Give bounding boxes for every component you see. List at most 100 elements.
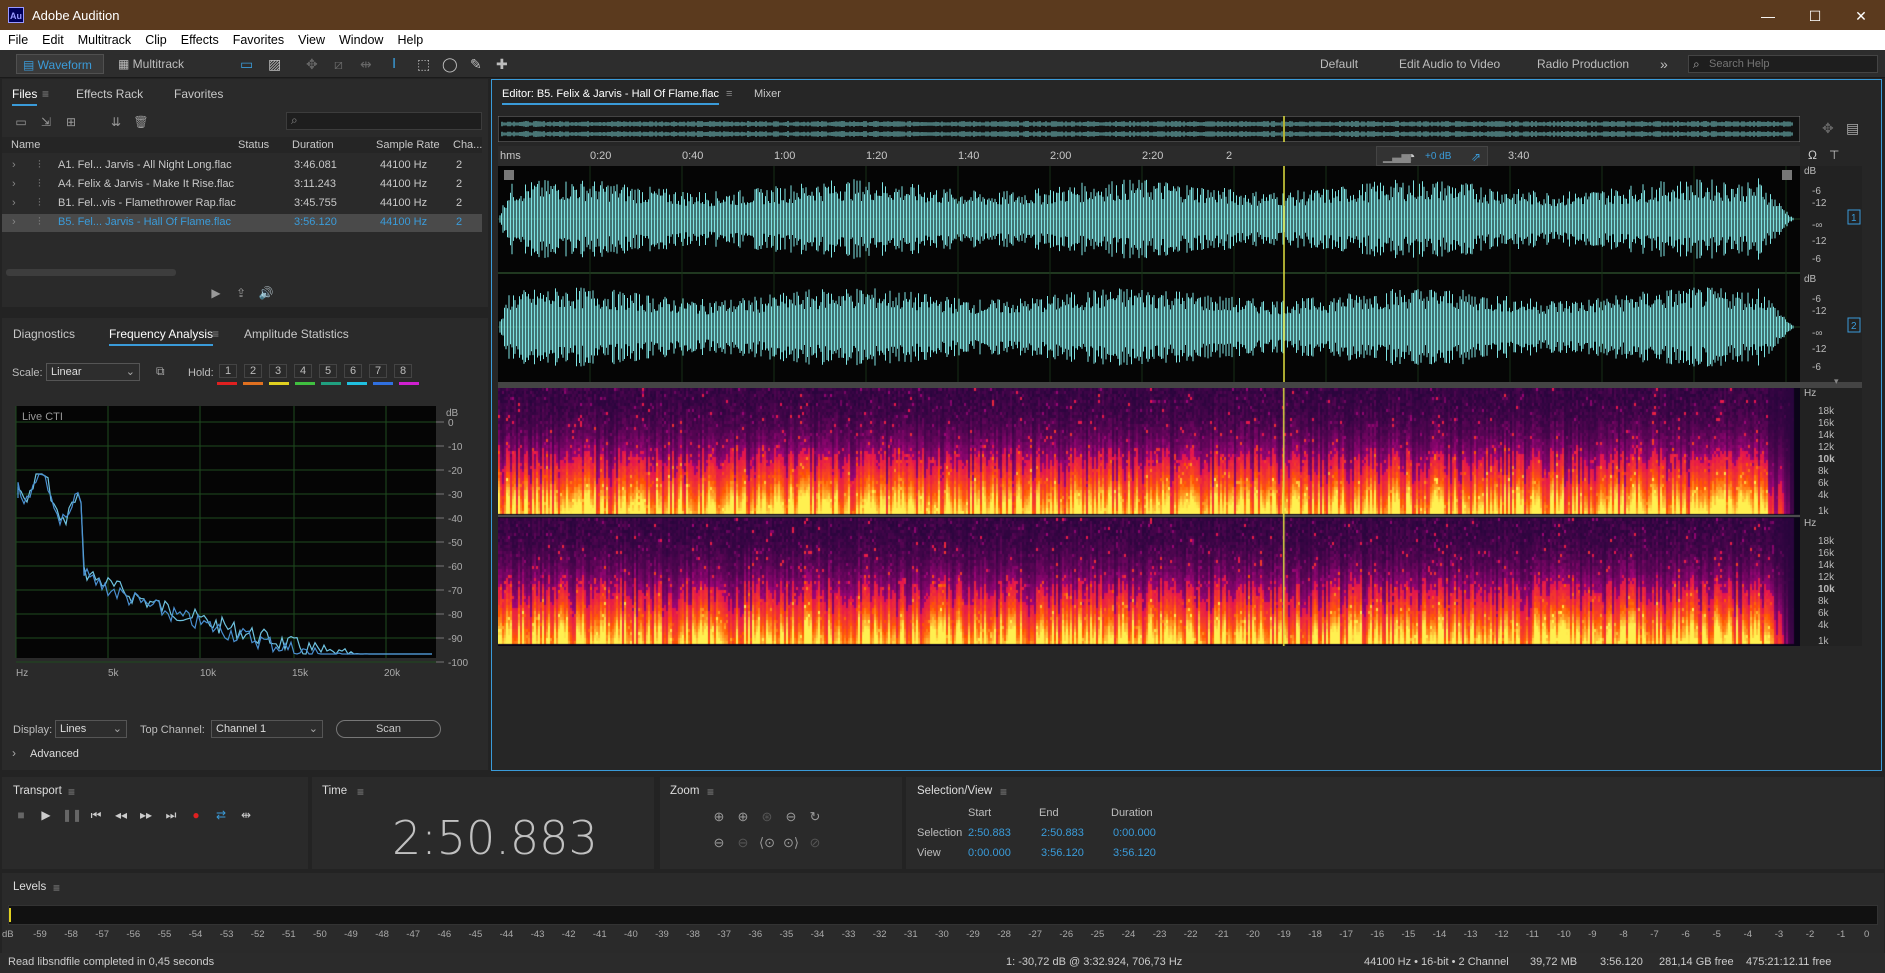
list-item-selected[interactable]: › ⫶ B5. Fel... Jarvis - Hall Of Flame.flac… — [2, 214, 482, 232]
workspace-radio-production[interactable]: Radio Production — [1537, 54, 1629, 74]
hold-slot-5[interactable]: 5 — [319, 364, 337, 378]
record-icon[interactable]: ● — [187, 808, 205, 822]
spectral-display-icon[interactable]: ▭ — [240, 54, 253, 74]
stop-icon[interactable]: ■ — [12, 808, 30, 822]
chevron-down-icon[interactable]: ▾ — [1834, 376, 1839, 387]
panel-menu-icon[interactable]: ≡ — [707, 785, 714, 799]
fast-forward-icon[interactable]: ▸▸ — [137, 808, 155, 822]
loop-icon[interactable]: ⇄ — [212, 808, 230, 822]
zoom-to-selection-icon[interactable]: ⟨⊙ — [758, 835, 776, 853]
scale-dropdown[interactable]: Linear ⌄ — [46, 363, 140, 381]
view-duration[interactable]: 3:56.120 — [1113, 847, 1156, 859]
hold-slot-7[interactable]: 7 — [369, 364, 387, 378]
razor-tool-icon[interactable]: ⧄ — [334, 54, 343, 74]
horizontal-scrollbar[interactable] — [6, 269, 176, 276]
workspace-default[interactable]: Default — [1320, 54, 1358, 74]
rewind-icon[interactable]: ◂◂ — [112, 808, 130, 822]
zoom-in-point-icon[interactable]: ⊛ — [758, 809, 776, 827]
skip-to-start-icon[interactable]: ⏮ — [87, 808, 105, 823]
panel-menu-icon[interactable]: ≡ — [212, 327, 219, 341]
zoom-out-full-icon[interactable]: ⊙⟩ — [782, 835, 800, 853]
zoom-selected-tracks-icon[interactable]: ⊘ — [806, 835, 824, 853]
selection-end[interactable]: 2:50.883 — [1041, 827, 1084, 839]
autoplay-icon[interactable]: 🔊 — [257, 286, 275, 300]
zoom-out-amplitude-icon[interactable]: ⊖ — [710, 835, 728, 853]
panel-menu-icon[interactable]: ≡ — [1000, 785, 1007, 799]
spectral-display[interactable] — [498, 388, 1800, 646]
scan-button[interactable]: Scan — [336, 720, 441, 738]
overview-waveform[interactable] — [498, 116, 1800, 142]
top-channel-dropdown[interactable]: Channel 1 ⌄ — [211, 720, 323, 738]
play-icon[interactable]: ▶ — [37, 808, 55, 822]
tab-effects-rack[interactable]: Effects Rack — [76, 87, 143, 101]
col-sample-rate[interactable]: Sample Rate — [376, 139, 440, 151]
col-channels[interactable]: Cha... — [453, 139, 482, 151]
skip-selection-icon[interactable]: ⇹ — [237, 808, 255, 822]
files-filter-input[interactable]: ⌕ — [286, 112, 482, 130]
menu-file[interactable]: File — [0, 30, 34, 47]
tab-diagnostics[interactable]: Diagnostics — [13, 327, 75, 341]
zoom-in-amplitude-icon[interactable]: ⊕ — [710, 809, 728, 827]
insert-into-multitrack-icon[interactable]: ⇊ — [107, 115, 125, 129]
hold-slot-3[interactable]: 3 — [269, 364, 287, 378]
marquee-tool-icon[interactable]: ⬚ — [417, 54, 430, 74]
time-display[interactable]: 2:50.883 — [392, 811, 598, 865]
move-tool-icon[interactable]: ✥ — [306, 54, 318, 74]
zoom-out-time-icon[interactable]: ⊖ — [734, 835, 752, 853]
waveform-view-button[interactable]: ▤ Waveform — [16, 54, 104, 74]
view-end[interactable]: 3:56.120 — [1041, 847, 1084, 859]
list-item[interactable]: › ⫶ A4. Felix & Jarvis - Make It Rise.flac… — [2, 176, 482, 194]
tab-frequency-analysis[interactable]: Frequency Analysis — [109, 327, 214, 346]
spectral-pitch-icon[interactable]: ▨ — [268, 54, 281, 74]
view-start[interactable]: 0:00.000 — [968, 847, 1011, 859]
tab-mixer[interactable]: Mixer — [754, 88, 781, 100]
hold-slot-6[interactable]: 6 — [344, 364, 362, 378]
selection-start[interactable]: 2:50.883 — [968, 827, 1011, 839]
hold-slot-2[interactable]: 2 — [244, 364, 262, 378]
hold-slot-4[interactable]: 4 — [294, 364, 312, 378]
menu-clip[interactable]: Clip — [137, 30, 173, 47]
minimize-button[interactable]: — — [1745, 5, 1791, 27]
col-status[interactable]: Status — [238, 139, 269, 151]
time-ruler[interactable]: hms 0:200:401:001:201:402:002:2023:203:4… — [498, 146, 1800, 166]
zoom-in-time-icon[interactable]: ⊕ — [734, 809, 752, 827]
tab-editor[interactable]: Editor: B5. Felix & Jarvis - Hall Of Fla… — [502, 88, 719, 105]
search-input[interactable] — [1709, 57, 1873, 71]
zoom-reset-icon[interactable]: ↻ — [806, 809, 824, 827]
pause-icon[interactable]: ❚❚ — [62, 808, 82, 822]
advanced-toggle[interactable]: Advanced — [30, 748, 79, 760]
new-file-icon[interactable]: ⊞ — [62, 115, 80, 129]
hold-slot-8[interactable]: 8 — [394, 364, 412, 378]
marker-pin-icon[interactable]: ⊤ — [1829, 148, 1839, 162]
multitrack-view-button[interactable]: ▦ Multitrack — [112, 54, 192, 74]
list-item[interactable]: › ⫶ B1. Fel...vis - Flamethrower Rap.flac 3… — [2, 195, 482, 213]
open-file-icon[interactable]: ▭ — [12, 115, 30, 129]
panel-menu-icon[interactable]: ≡ — [357, 785, 364, 799]
skip-to-end-icon[interactable]: ⏭ — [162, 808, 180, 823]
brush-tool-icon[interactable]: ✎ — [470, 54, 482, 74]
panel-menu-icon[interactable]: ≡ — [68, 785, 75, 799]
selection-duration[interactable]: 0:00.000 — [1113, 827, 1156, 839]
tab-favorites[interactable]: Favorites — [174, 87, 223, 101]
menu-view[interactable]: View — [290, 30, 331, 47]
menu-favorites[interactable]: Favorites — [225, 30, 290, 47]
tab-files[interactable]: Files — [12, 87, 38, 106]
delete-file-icon[interactable]: 🗑 — [132, 115, 150, 129]
time-selection-tool-icon[interactable]: I — [392, 54, 396, 74]
headphones-icon[interactable]: Ω — [1808, 148, 1817, 162]
hud-gain-control[interactable]: ▁▃▅ ◔ +0 dB ⇗ — [1376, 146, 1488, 166]
display-dropdown[interactable]: Lines ⌄ — [55, 720, 127, 738]
menu-edit[interactable]: Edit — [34, 30, 70, 47]
waveform-display[interactable] — [498, 166, 1800, 382]
tab-amplitude-statistics[interactable]: Amplitude Statistics — [244, 327, 349, 341]
panel-menu-icon[interactable]: ≡ — [726, 88, 732, 100]
col-duration[interactable]: Duration — [292, 139, 334, 151]
maximize-button[interactable]: ☐ — [1792, 5, 1838, 27]
volume-knob-icon[interactable]: ◔ — [1407, 148, 1415, 164]
slip-tool-icon[interactable]: ⇹ — [360, 54, 372, 74]
panel-menu-icon[interactable]: ≡ — [53, 881, 60, 895]
copy-icon[interactable]: ⧉ — [156, 364, 165, 379]
panel-menu-icon[interactable]: ≡ — [42, 87, 49, 101]
spot-healing-icon[interactable]: ✚ — [496, 54, 508, 74]
play-icon[interactable]: ▶ — [207, 286, 225, 300]
